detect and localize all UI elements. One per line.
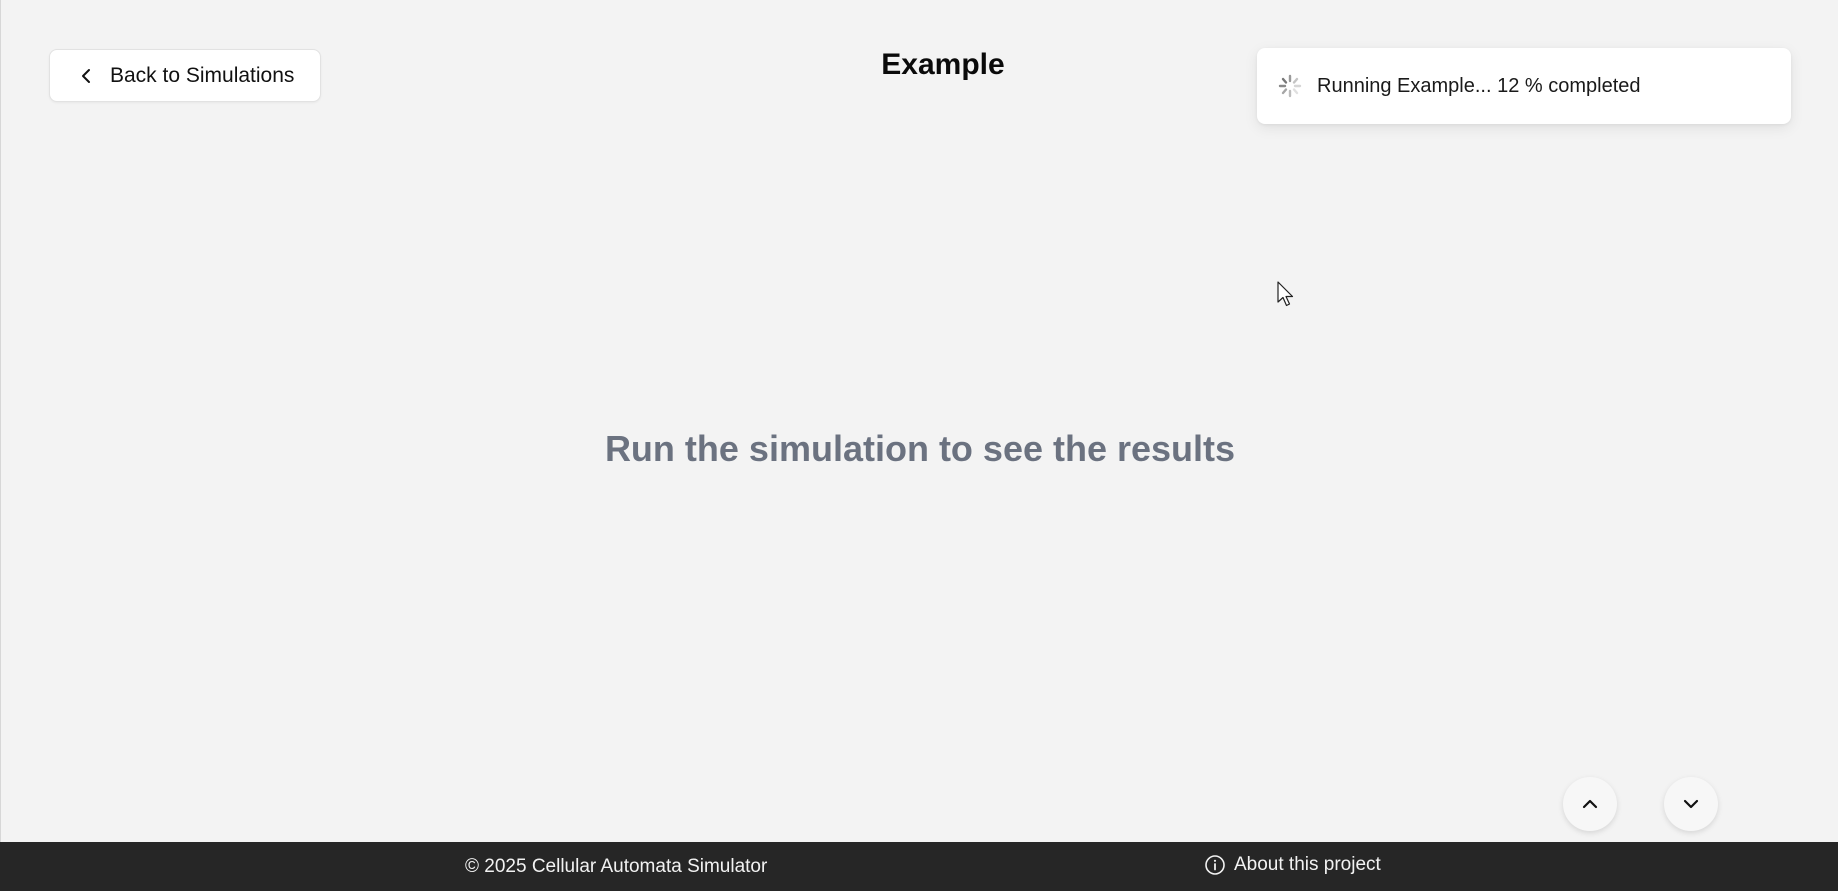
progress-message: Running Example... 12 % completed	[1317, 74, 1641, 97]
empty-results-message: Run the simulation to see the results	[604, 428, 1236, 469]
window-edge	[0, 0, 1, 842]
scroll-down-button[interactable]	[1664, 777, 1718, 831]
about-project-link[interactable]: About this project	[1204, 854, 1381, 876]
simulation-page: Back to Simulations Example Running Exam…	[0, 0, 1838, 891]
progress-toast: Running Example... 12 % completed	[1257, 48, 1791, 124]
footer-copyright: © 2025 Cellular Automata Simulator	[465, 856, 768, 877]
scroll-up-button[interactable]	[1563, 777, 1617, 831]
chevron-down-icon	[1683, 799, 1699, 809]
mouse-cursor-icon	[1277, 281, 1297, 309]
chevron-up-icon	[1582, 799, 1598, 809]
spinner-icon	[1277, 73, 1303, 99]
footer: © 2025 Cellular Automata Simulator About…	[0, 842, 1838, 891]
info-icon	[1204, 854, 1226, 876]
about-project-label: About this project	[1234, 854, 1381, 875]
